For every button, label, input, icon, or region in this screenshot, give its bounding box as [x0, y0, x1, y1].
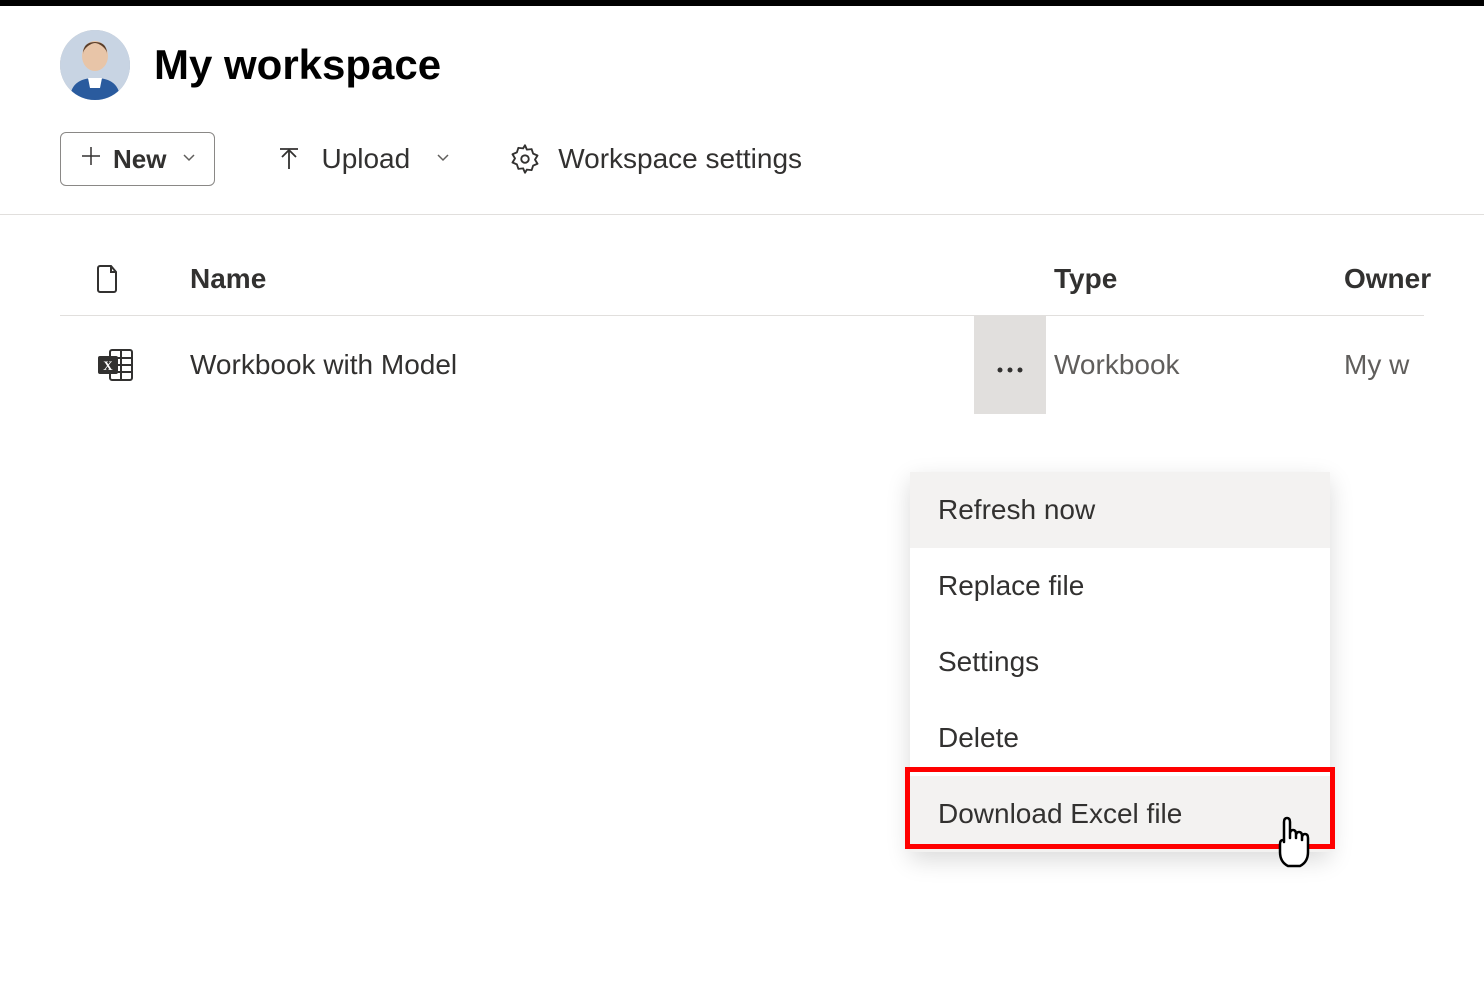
new-button-label: New — [113, 144, 166, 175]
more-actions-button[interactable] — [974, 316, 1046, 414]
table-row[interactable]: X Workbook with Model Workbook My w — [60, 316, 1424, 414]
context-menu: Refresh now Replace file Settings Delete… — [910, 472, 1330, 852]
new-button[interactable]: New — [60, 132, 215, 186]
toolbar: New Upload Workspac — [0, 120, 1484, 215]
row-type: Workbook — [1054, 349, 1344, 381]
workspace-settings-button[interactable]: Workspace settings — [510, 143, 802, 175]
chevron-down-icon — [436, 150, 450, 168]
menu-item-replace[interactable]: Replace file — [910, 548, 1330, 624]
upload-label: Upload — [321, 143, 410, 175]
table-header: Name Type Owner — [60, 215, 1424, 316]
column-header-owner[interactable]: Owner — [1344, 263, 1424, 295]
workspace-settings-label: Workspace settings — [558, 143, 802, 175]
column-header-name[interactable]: Name — [190, 263, 974, 295]
more-icon — [996, 349, 1024, 381]
row-name: Workbook with Model — [190, 349, 974, 381]
upload-button[interactable]: Upload — [275, 143, 450, 175]
file-icon — [96, 264, 120, 294]
gear-icon — [510, 144, 540, 174]
workspace-header: My workspace — [0, 6, 1484, 120]
upload-icon — [275, 145, 303, 173]
column-header-type[interactable]: Type — [1054, 263, 1344, 295]
menu-item-settings[interactable]: Settings — [910, 624, 1330, 700]
plus-icon — [79, 143, 103, 175]
menu-item-refresh[interactable]: Refresh now — [910, 472, 1330, 548]
avatar[interactable] — [60, 30, 130, 100]
svg-text:X: X — [103, 358, 113, 373]
row-owner: My w — [1344, 349, 1424, 381]
menu-item-delete[interactable]: Delete — [910, 700, 1330, 776]
workspace-title: My workspace — [154, 41, 441, 89]
table-container: Name Type Owner X Workbook with Model — [0, 215, 1484, 414]
excel-icon: X — [96, 347, 136, 383]
menu-item-download[interactable]: Download Excel file — [910, 776, 1330, 852]
chevron-down-icon — [182, 150, 196, 168]
